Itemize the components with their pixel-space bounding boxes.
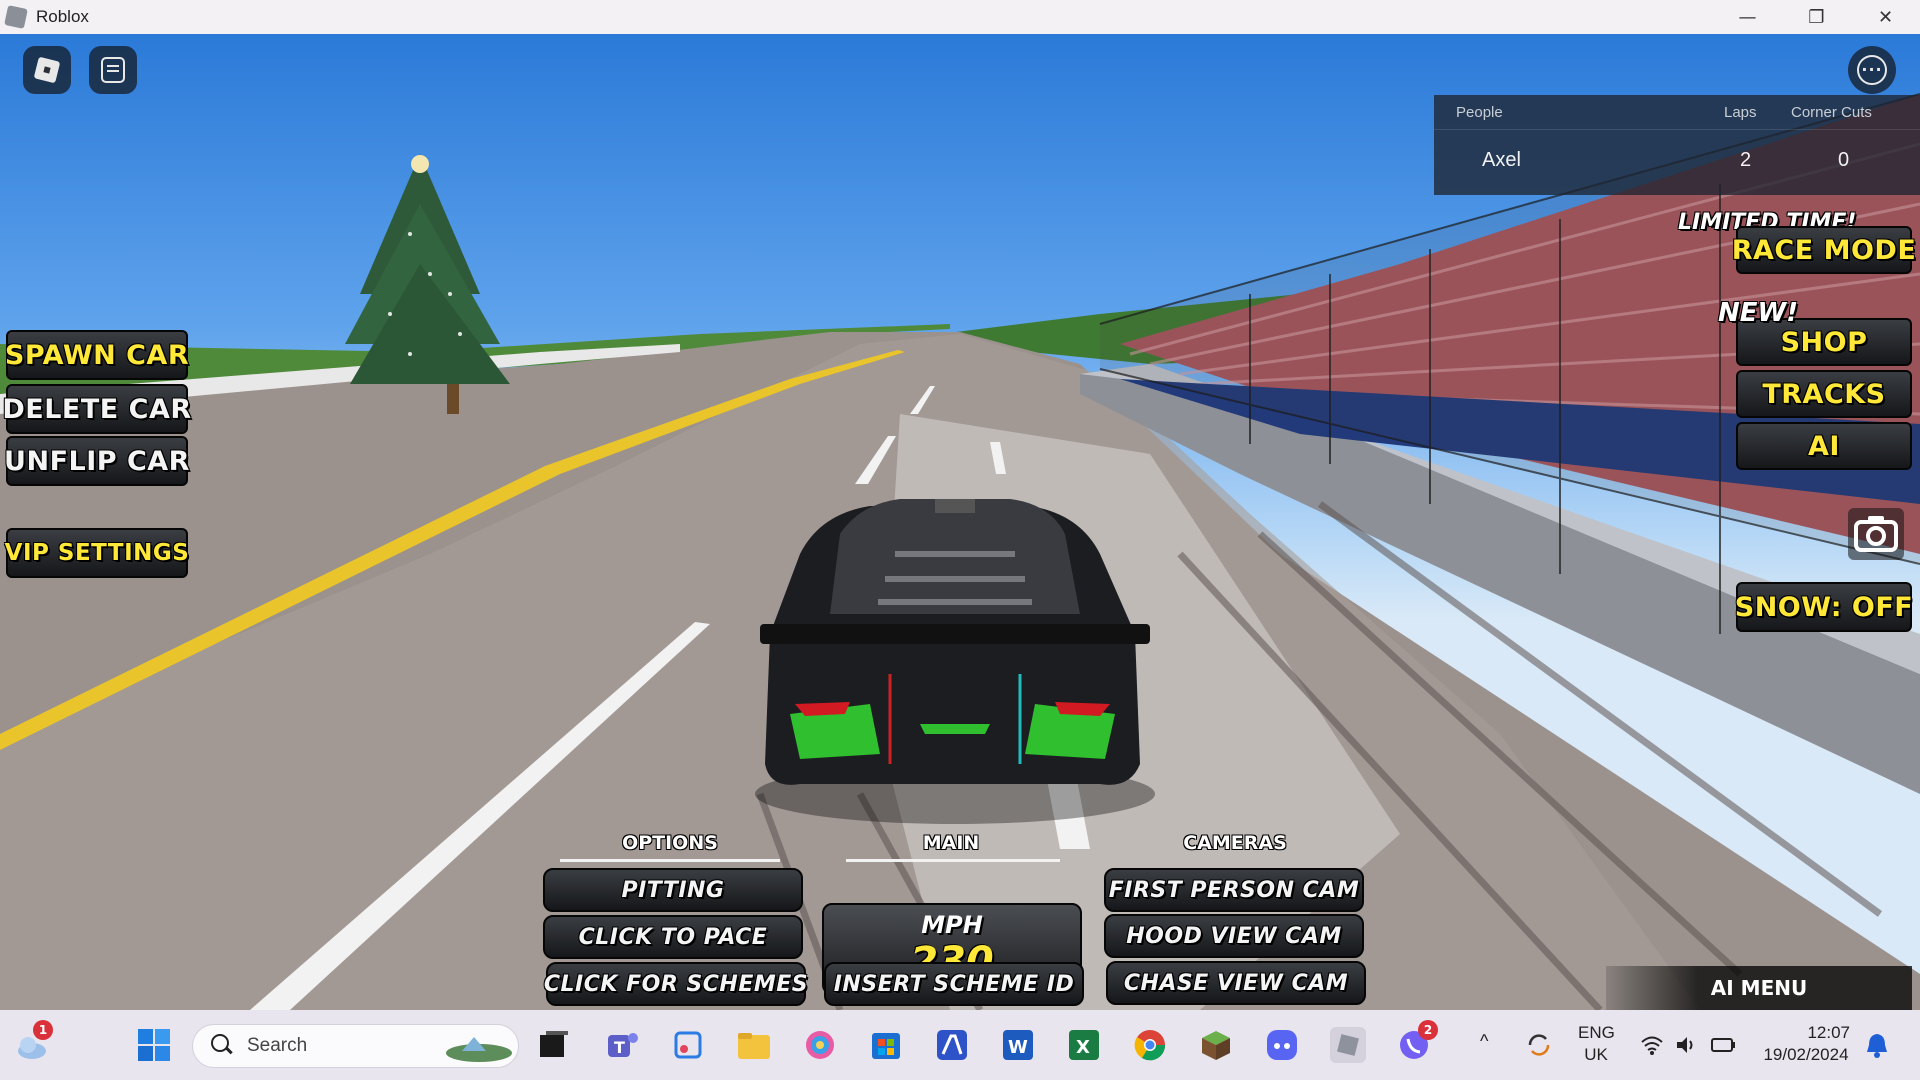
roblox-menu-button[interactable]	[23, 46, 71, 94]
main-title: MAIN	[922, 832, 980, 854]
svg-text:X: X	[1076, 1037, 1090, 1058]
wifi-icon[interactable]	[1640, 1033, 1664, 1057]
chrome-icon[interactable]	[1132, 1027, 1168, 1063]
header-people: People	[1456, 104, 1503, 121]
options-title: OPTIONS	[622, 832, 718, 854]
unflip-car-button[interactable]: UNFLIP CAR	[4, 436, 189, 486]
pitting-button[interactable]: PITTING	[543, 868, 803, 912]
microsoft-store-icon[interactable]	[868, 1027, 904, 1063]
ai-menu-button[interactable]: AI MENU	[1606, 966, 1912, 1010]
weather-badge: 1	[33, 1020, 53, 1040]
clock-date: 19/02/2024	[1763, 1045, 1849, 1064]
window-controls: — ❐ ✕	[1713, 0, 1920, 34]
clock[interactable]: 12:07 19/02/2024	[1756, 1022, 1856, 1066]
minimize-button[interactable]: —	[1713, 0, 1782, 34]
chase-view-cam-button[interactable]: CHASE VIEW CAM	[1106, 961, 1366, 1005]
player-laps: 2	[1740, 149, 1752, 171]
leaderboard-header: People Laps Corner Cuts	[1434, 95, 1920, 130]
options-underline	[560, 859, 780, 862]
clock-time: 12:07	[1807, 1023, 1850, 1042]
insert-scheme-id-button[interactable]: INSERT SCHEME ID	[824, 962, 1084, 1006]
click-to-pace-button[interactable]: CLICK TO PACE	[543, 915, 803, 959]
taskbar-search[interactable]: Search	[192, 1024, 519, 1068]
chat-button[interactable]	[89, 46, 137, 94]
vip-settings-button[interactable]: VIP SETTINGS	[5, 528, 189, 578]
task-view-icon[interactable]	[536, 1027, 572, 1063]
sync-icon[interactable]	[1524, 1030, 1554, 1060]
discord-icon[interactable]	[1264, 1027, 1300, 1063]
roblox-app-icon	[4, 5, 28, 29]
file-explorer-icon[interactable]	[736, 1027, 772, 1063]
player-car	[755, 499, 1155, 824]
word-icon[interactable]: W	[1000, 1027, 1036, 1063]
speed-unit: MPH	[921, 911, 983, 939]
search-icon	[211, 1034, 229, 1052]
language-region: UK	[1584, 1045, 1608, 1064]
volume-icon[interactable]	[1674, 1033, 1698, 1057]
race-mode-button[interactable]: RACE MODE	[1732, 226, 1916, 274]
teams-icon[interactable]: T	[604, 1027, 640, 1063]
input-language-indicator[interactable]: ENG UK	[1578, 1022, 1615, 1066]
show-hidden-icons-chevron[interactable]: ^	[1480, 1030, 1488, 1052]
editor-app-icon[interactable]	[934, 1027, 970, 1063]
copilot-icon[interactable]	[802, 1027, 838, 1063]
player-corner-cuts: 0	[1838, 149, 1850, 171]
delete-car-button[interactable]: DELETE CAR	[2, 384, 191, 434]
new-tag: NEW!	[1718, 298, 1799, 328]
roblox-logo-icon	[33, 56, 61, 84]
camera-icon[interactable]	[1846, 506, 1906, 562]
roblox-taskbar-icon[interactable]	[1330, 1027, 1366, 1063]
click-for-schemes-button[interactable]: CLICK FOR SCHEMES	[544, 962, 808, 1006]
notification-bell-icon[interactable]	[1864, 1031, 1890, 1059]
snipping-tool-icon[interactable]	[670, 1027, 706, 1063]
main-underline	[846, 859, 1060, 862]
window-title-bar[interactable]: Roblox — ❐ ✕	[0, 0, 1920, 34]
game-viewport[interactable]: ··· People Laps Corner Cuts Axel 2 0 SPA…	[0, 34, 1920, 1010]
spawn-car-button[interactable]: SPAWN CAR	[5, 330, 189, 380]
tracks-button[interactable]: TRACKS	[1736, 370, 1912, 418]
window-title: Roblox	[36, 7, 89, 26]
header-corner-cuts: Corner Cuts	[1791, 104, 1872, 121]
battery-icon[interactable]	[1710, 1033, 1738, 1057]
player-name: Axel	[1482, 149, 1521, 171]
windows-taskbar: 1 Search T W X 2 ^ ENG UK 12:07 19/02/20…	[0, 1010, 1920, 1080]
close-button[interactable]: ✕	[1851, 0, 1920, 34]
first-person-cam-button[interactable]: FIRST PERSON CAM	[1104, 868, 1364, 912]
windows-start-icon[interactable]	[136, 1027, 172, 1063]
ellipsis-icon: ···	[1857, 55, 1887, 85]
chat-icon	[101, 57, 125, 83]
christmas-tree	[345, 154, 510, 414]
ai-button[interactable]: AI	[1736, 422, 1912, 470]
snow-toggle-button[interactable]: SNOW: OFF	[1735, 582, 1913, 632]
minecraft-icon[interactable]	[1198, 1027, 1234, 1063]
search-placeholder: Search	[247, 1035, 308, 1056]
hood-view-cam-button[interactable]: HOOD VIEW CAM	[1104, 914, 1364, 958]
excel-icon[interactable]: X	[1066, 1027, 1102, 1063]
header-laps: Laps	[1724, 104, 1757, 121]
language-code: ENG	[1578, 1023, 1615, 1042]
leaderboard: People Laps Corner Cuts Axel 2 0	[1434, 95, 1920, 195]
search-highlight-icon	[446, 1037, 512, 1062]
svg-text:T: T	[614, 1038, 625, 1057]
restore-button[interactable]: ❐	[1782, 0, 1851, 34]
viber-badge: 2	[1418, 1020, 1438, 1040]
cameras-title: CAMERAS	[1183, 832, 1287, 854]
leaderboard-row[interactable]: Axel 2 0	[1434, 129, 1920, 195]
svg-text:W: W	[1008, 1037, 1028, 1058]
more-options-button[interactable]: ···	[1848, 46, 1896, 94]
